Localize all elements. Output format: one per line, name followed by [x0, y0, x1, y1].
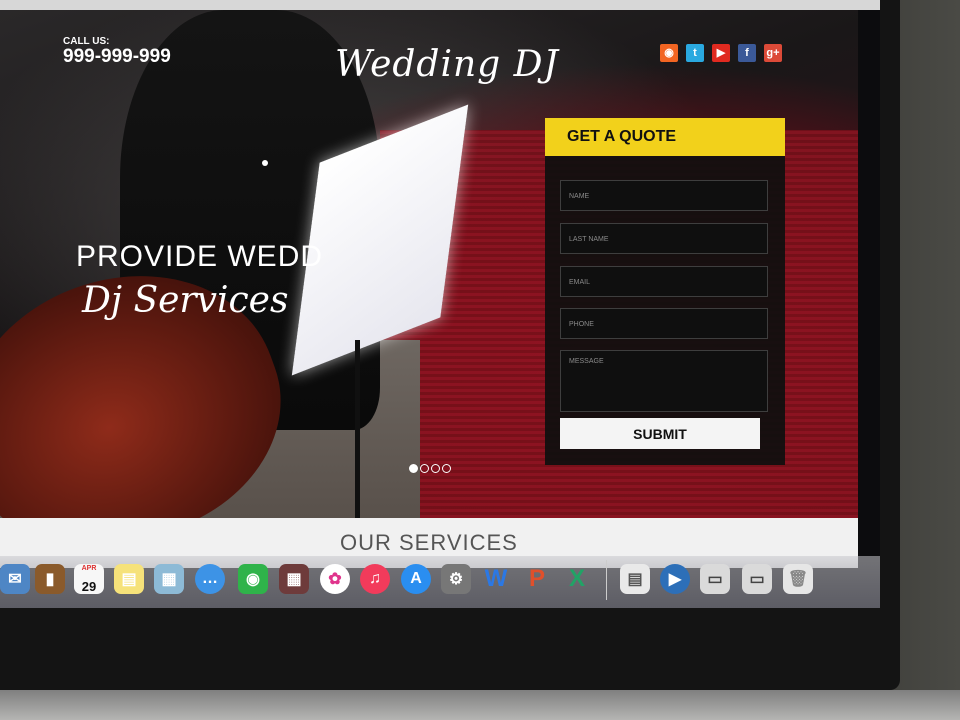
- preview-app-icon[interactable]: ▦: [154, 564, 184, 594]
- excel-icon[interactable]: X: [562, 564, 592, 594]
- photo-booth-icon[interactable]: ▦: [279, 564, 309, 594]
- slider-dot-2[interactable]: [420, 464, 429, 473]
- name-field[interactable]: NAME: [560, 180, 768, 211]
- twitter-icon[interactable]: t: [686, 44, 704, 62]
- hero-headline: PROVIDE WEDD: [76, 240, 324, 273]
- preview-icon[interactable]: ✉: [0, 564, 30, 594]
- slider-dot-3[interactable]: [431, 464, 440, 473]
- phone-number[interactable]: 999-999-999: [63, 46, 171, 68]
- site-logo[interactable]: Wedding DJ: [335, 44, 559, 85]
- powerpoint-icon[interactable]: P: [522, 564, 552, 594]
- message-field[interactable]: MESSAGE: [560, 350, 768, 412]
- facebook-icon[interactable]: f: [738, 44, 756, 62]
- slider-dot-1[interactable]: [409, 464, 418, 473]
- facetime-icon[interactable]: ◉: [238, 564, 268, 594]
- app-store-icon[interactable]: A: [401, 564, 431, 594]
- word-icon[interactable]: W: [481, 564, 511, 594]
- window-icon-2[interactable]: ▭: [742, 564, 772, 594]
- slider-pagination: [409, 464, 451, 473]
- calendar-month: APR: [81, 565, 97, 572]
- system-preferences-icon[interactable]: ⚙: [441, 564, 471, 594]
- quote-form: GET A QUOTE NAME LAST NAME EMAIL PHONE M…: [545, 118, 785, 465]
- contacts-icon[interactable]: ▮: [35, 564, 65, 594]
- laptop-screen: CALL US: 999-999-999 Wedding DJ ◉ t ▶ f …: [0, 0, 880, 608]
- submit-button[interactable]: SUBMIT: [560, 418, 760, 449]
- calendar-icon[interactable]: APR 29: [74, 564, 104, 594]
- photos-icon[interactable]: ✿: [320, 564, 350, 594]
- hero-subheadline: Dj Services: [82, 280, 289, 321]
- quote-form-title: GET A QUOTE: [545, 118, 785, 156]
- hero-banner: CALL US: 999-999-999 Wedding DJ ◉ t ▶ f …: [0, 10, 858, 518]
- youtube-icon[interactable]: ▶: [712, 44, 730, 62]
- dock-separator: [606, 560, 607, 600]
- cursor-dot: [262, 160, 268, 166]
- music-stand: [355, 340, 360, 518]
- notes-icon[interactable]: ▤: [114, 564, 144, 594]
- googleplus-icon[interactable]: g+: [764, 44, 782, 62]
- messages-icon[interactable]: …: [195, 564, 225, 594]
- quicktime-icon[interactable]: ▶: [660, 564, 690, 594]
- services-title: OUR SERVICES: [340, 530, 518, 555]
- slider-dot-4[interactable]: [442, 464, 451, 473]
- window-icon[interactable]: ▭: [700, 564, 730, 594]
- social-links: ◉ t ▶ f g+: [660, 44, 782, 62]
- last-name-field[interactable]: LAST NAME: [560, 223, 768, 254]
- rss-icon[interactable]: ◉: [660, 44, 678, 62]
- email-field[interactable]: EMAIL: [560, 266, 768, 297]
- trash-icon[interactable]: 🗑: [783, 564, 813, 594]
- browser-toolbar: [0, 0, 880, 10]
- itunes-icon[interactable]: ♫: [360, 564, 390, 594]
- phone-field[interactable]: PHONE: [560, 308, 768, 339]
- document-icon[interactable]: ▤: [620, 564, 650, 594]
- laptop-base: [0, 690, 960, 720]
- calendar-day: 29: [81, 579, 97, 594]
